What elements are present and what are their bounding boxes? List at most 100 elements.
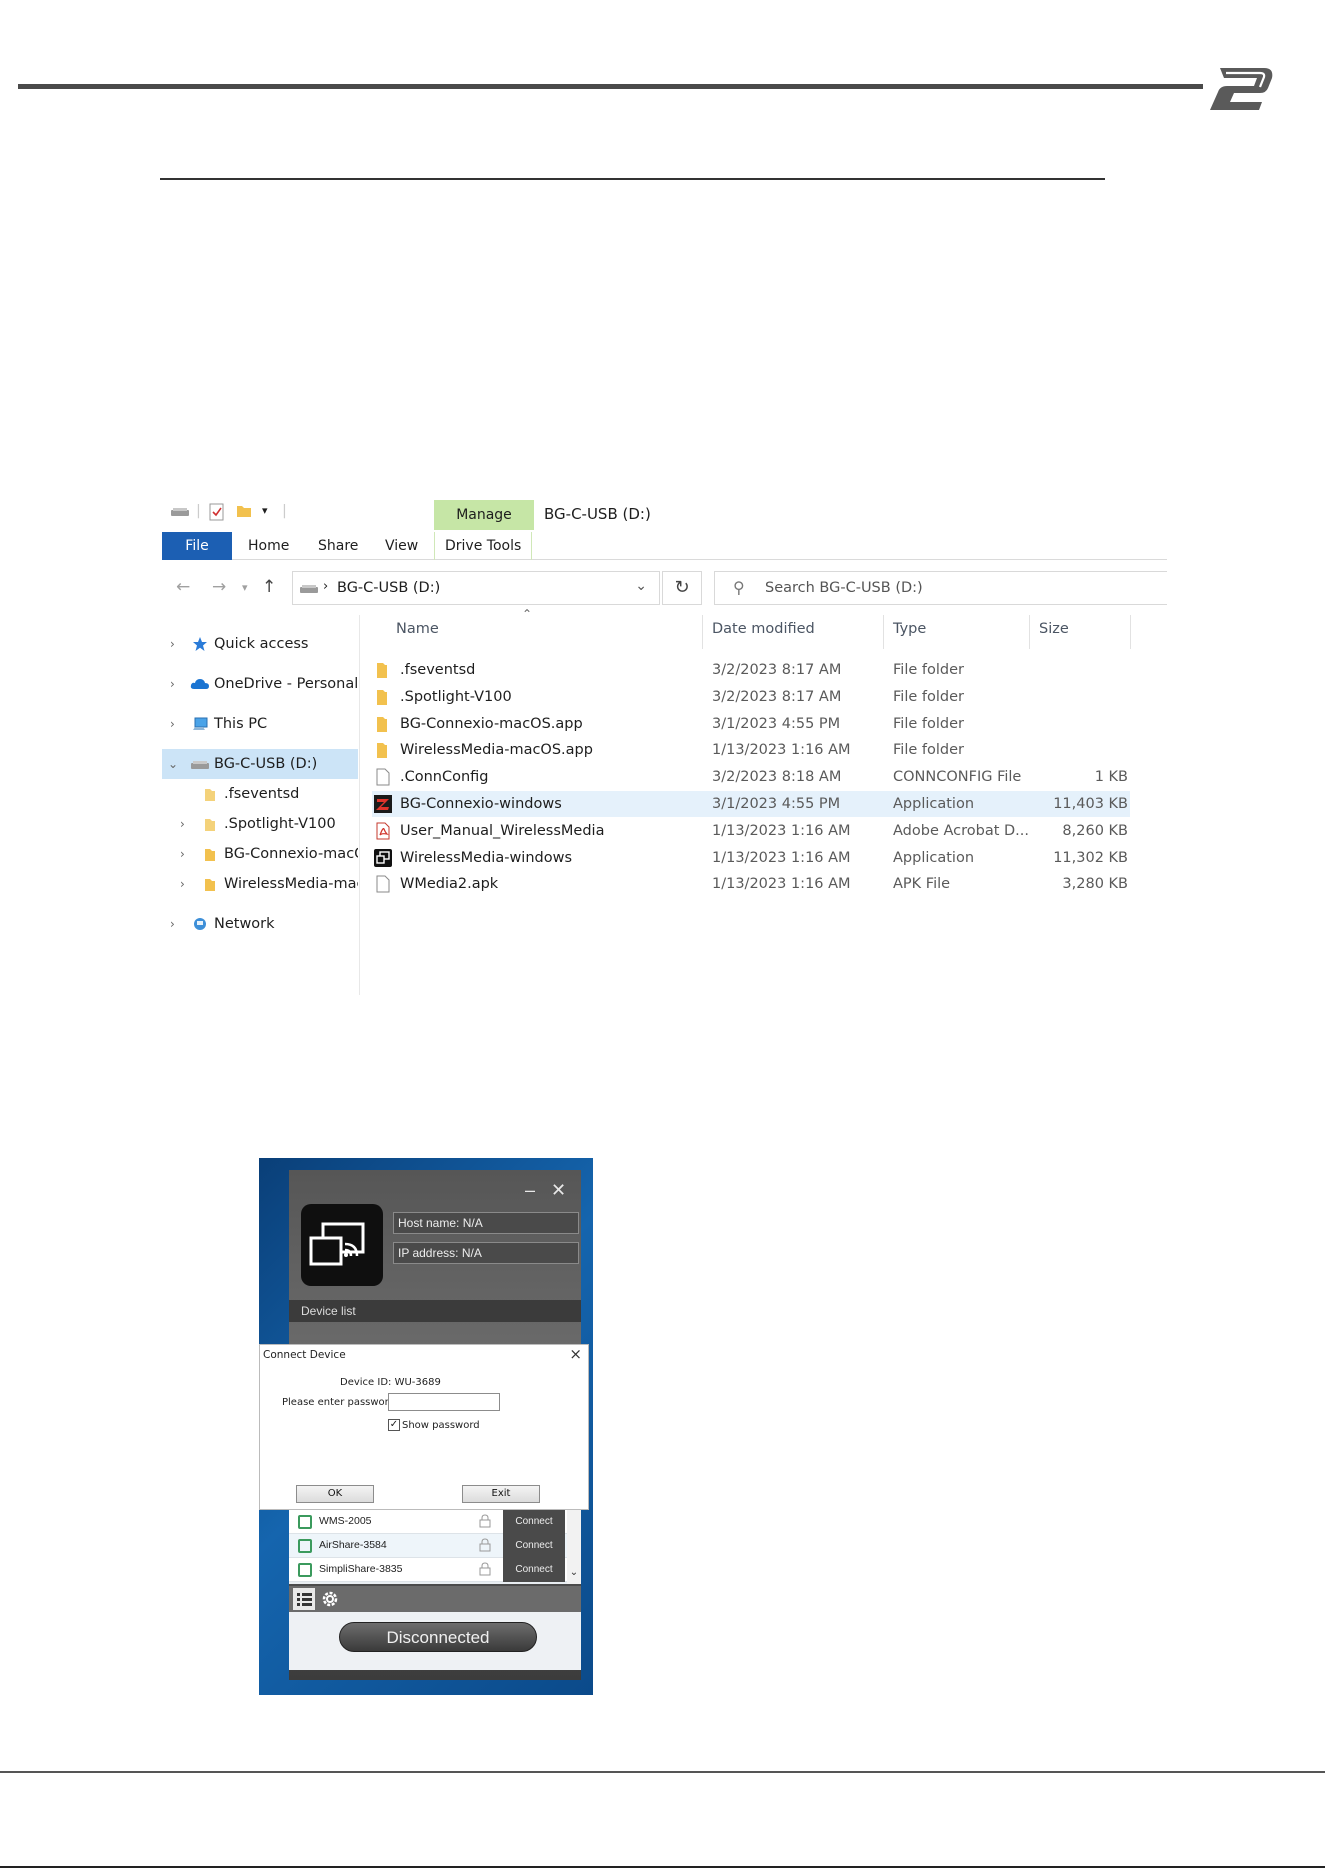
password-input[interactable] bbox=[388, 1393, 500, 1411]
device-list-header: Device list bbox=[289, 1300, 581, 1322]
file-icon bbox=[374, 768, 392, 786]
device-checkbox[interactable] bbox=[298, 1539, 312, 1553]
column-divider[interactable] bbox=[702, 615, 703, 649]
brand-logo bbox=[1210, 68, 1273, 110]
device-checkbox[interactable] bbox=[298, 1515, 312, 1529]
file-row[interactable]: User_Manual_WirelessMedia 1/13/2023 1:16 … bbox=[372, 818, 1130, 844]
nav-wirelessmedia-mac[interactable]: › WirelessMedia-mac bbox=[162, 869, 358, 899]
breadcrumb[interactable]: BG-C-USB (D:) bbox=[337, 580, 440, 596]
nav-bg-c-usb[interactable]: ⌄ BG-C-USB (D:) bbox=[162, 749, 358, 779]
properties-icon[interactable] bbox=[208, 503, 226, 521]
device-checkbox[interactable] bbox=[298, 1563, 312, 1577]
file-type: Adobe Acrobat D... bbox=[893, 822, 1030, 839]
file-row[interactable]: .ConnConfig 3/2/2023 8:18 AM CONNCONFIG Fi… bbox=[372, 764, 1130, 790]
ribbon-tabs: File Home Share View Drive Tools bbox=[162, 532, 1167, 560]
chevron-right-icon[interactable]: › bbox=[170, 629, 175, 659]
password-label: Please enter password: bbox=[282, 1397, 399, 1408]
tab-home[interactable]: Home bbox=[248, 532, 289, 560]
file-explorer-window: | ▾ | Manage BG-C-USB (D:) File Home Sha… bbox=[162, 497, 1167, 997]
list-item[interactable]: WMS-2005 Connect bbox=[289, 1510, 581, 1534]
navigation-pane: › Quick access › OneDrive - Personal › T… bbox=[162, 615, 360, 995]
nav-quick-access[interactable]: › Quick access bbox=[162, 629, 358, 659]
nav-fseventsd[interactable]: .fseventsd bbox=[162, 779, 358, 809]
column-name[interactable]: Name bbox=[396, 621, 439, 637]
wireless-media-app: – ✕ Host name: N/A IP address: N/A Devic… bbox=[259, 1158, 593, 1695]
tab-manage[interactable]: Manage bbox=[434, 500, 534, 530]
file-name: BG-Connexio-windows bbox=[400, 796, 562, 812]
file-row[interactable]: WMedia2.apk 1/13/2023 1:16 AM APK File 3,28… bbox=[372, 871, 1130, 897]
folder-icon bbox=[374, 741, 392, 759]
customize-qat-icon[interactable]: ▾ bbox=[262, 504, 268, 517]
chevron-right-icon[interactable]: › bbox=[170, 909, 175, 939]
ip-address-field: IP address: N/A bbox=[393, 1242, 579, 1264]
connect-button[interactable]: Connect bbox=[503, 1534, 565, 1558]
up-arrow-icon[interactable]: ↑ bbox=[262, 577, 276, 597]
pdf-icon bbox=[374, 822, 392, 840]
chevron-right-icon[interactable]: › bbox=[180, 809, 185, 839]
file-date-modified: 3/2/2023 8:17 AM bbox=[712, 688, 842, 705]
tab-view[interactable]: View bbox=[385, 532, 418, 560]
nav-network[interactable]: › Network bbox=[162, 909, 358, 939]
nav-this-pc[interactable]: › This PC bbox=[162, 709, 358, 739]
tab-drive-tools[interactable]: Drive Tools bbox=[434, 532, 533, 560]
file-type: File folder bbox=[893, 688, 964, 705]
tab-share[interactable]: Share bbox=[318, 532, 358, 560]
chevron-down-icon[interactable]: ⌄ bbox=[168, 749, 178, 779]
search-input[interactable]: ⚲ Search BG-C-USB (D:) bbox=[714, 571, 1167, 605]
close-icon[interactable]: ✕ bbox=[551, 1180, 566, 1201]
back-arrow-icon[interactable]: ← bbox=[176, 577, 190, 597]
file-date-modified: 1/13/2023 1:16 AM bbox=[712, 849, 851, 866]
list-view-icon[interactable] bbox=[293, 1588, 315, 1610]
exit-button[interactable]: Exit bbox=[462, 1485, 540, 1503]
nav-label: .Spotlight-V100 bbox=[224, 816, 336, 832]
file-row[interactable]: .fseventsd 3/2/2023 8:17 AM File folder bbox=[372, 657, 1130, 683]
device-id: Device ID: WU-3689 bbox=[340, 1377, 441, 1388]
nav-bg-connexio-mac[interactable]: › BG-Connexio-macO bbox=[162, 839, 358, 869]
connect-device-dialog: Connect Device × Device ID: WU-3689 Plea… bbox=[259, 1344, 589, 1510]
chevron-down-icon[interactable]: ⌄ bbox=[635, 578, 647, 594]
ok-button[interactable]: OK bbox=[296, 1485, 374, 1503]
column-date-modified[interactable]: Date modified bbox=[712, 621, 815, 637]
folder-icon bbox=[205, 879, 215, 891]
column-size[interactable]: Size bbox=[1039, 621, 1069, 637]
refresh-button[interactable]: ↻ bbox=[662, 571, 702, 605]
file-row[interactable]: BG-Connexio-macOS.app 3/1/2023 4:55 PM Fil… bbox=[372, 711, 1130, 737]
file-row[interactable]: WirelessMedia-macOS.app 1/13/2023 1:16 AM… bbox=[372, 737, 1130, 763]
device-list: WMS-2005 Connect AirShare-3584 Connect S… bbox=[289, 1510, 581, 1584]
minimize-icon[interactable]: – bbox=[525, 1180, 535, 1201]
connect-button[interactable]: Connect bbox=[503, 1510, 565, 1534]
column-divider[interactable] bbox=[883, 615, 884, 649]
column-type[interactable]: Type bbox=[893, 621, 926, 637]
column-divider[interactable] bbox=[1130, 615, 1131, 649]
close-icon[interactable]: × bbox=[569, 1345, 582, 1363]
forward-arrow-icon[interactable]: → bbox=[212, 577, 226, 597]
drive-icon[interactable] bbox=[170, 505, 190, 519]
connect-button[interactable]: Connect bbox=[503, 1558, 565, 1582]
nav-spotlight[interactable]: › .Spotlight-V100 bbox=[162, 809, 358, 839]
column-divider[interactable] bbox=[1029, 615, 1030, 649]
chevron-right-icon[interactable]: › bbox=[180, 839, 185, 869]
file-name: User_Manual_WirelessMedia bbox=[400, 822, 605, 839]
file-row[interactable]: WirelessMedia-windows 1/13/2023 1:16 AM Ap… bbox=[372, 845, 1130, 871]
file-row[interactable]: BG-Connexio-windows 3/1/2023 4:55 PM Appli… bbox=[372, 791, 1130, 817]
list-item[interactable]: AirShare-3584 Connect bbox=[289, 1534, 581, 1558]
status-bar: Disconnected bbox=[289, 1612, 581, 1670]
scrollbar[interactable]: ⌄ bbox=[567, 1510, 581, 1584]
gear-icon[interactable] bbox=[319, 1588, 341, 1610]
new-folder-icon[interactable] bbox=[236, 503, 252, 519]
file-name: .fseventsd bbox=[400, 662, 476, 678]
show-password-checkbox[interactable]: ✓ bbox=[388, 1419, 400, 1431]
breadcrumb-chevron-icon: › bbox=[323, 579, 329, 594]
chevron-right-icon[interactable]: › bbox=[170, 709, 175, 739]
connection-status-button[interactable]: Disconnected bbox=[339, 1622, 537, 1652]
address-box[interactable]: › BG-C-USB (D:) ⌄ bbox=[292, 571, 660, 605]
file-row[interactable]: .Spotlight-V100 3/2/2023 8:17 AM File fold… bbox=[372, 684, 1130, 710]
lock-icon bbox=[479, 1514, 491, 1528]
recent-locations-icon[interactable]: ▾ bbox=[242, 581, 248, 594]
tab-file[interactable]: File bbox=[162, 532, 232, 560]
file-type: CONNCONFIG File bbox=[893, 769, 1022, 786]
list-item[interactable]: SimpliShare-3835 Connect bbox=[289, 1558, 581, 1582]
chevron-right-icon[interactable]: › bbox=[180, 869, 185, 899]
chevron-right-icon[interactable]: › bbox=[170, 669, 175, 699]
nav-onedrive[interactable]: › OneDrive - Personal bbox=[162, 669, 358, 699]
